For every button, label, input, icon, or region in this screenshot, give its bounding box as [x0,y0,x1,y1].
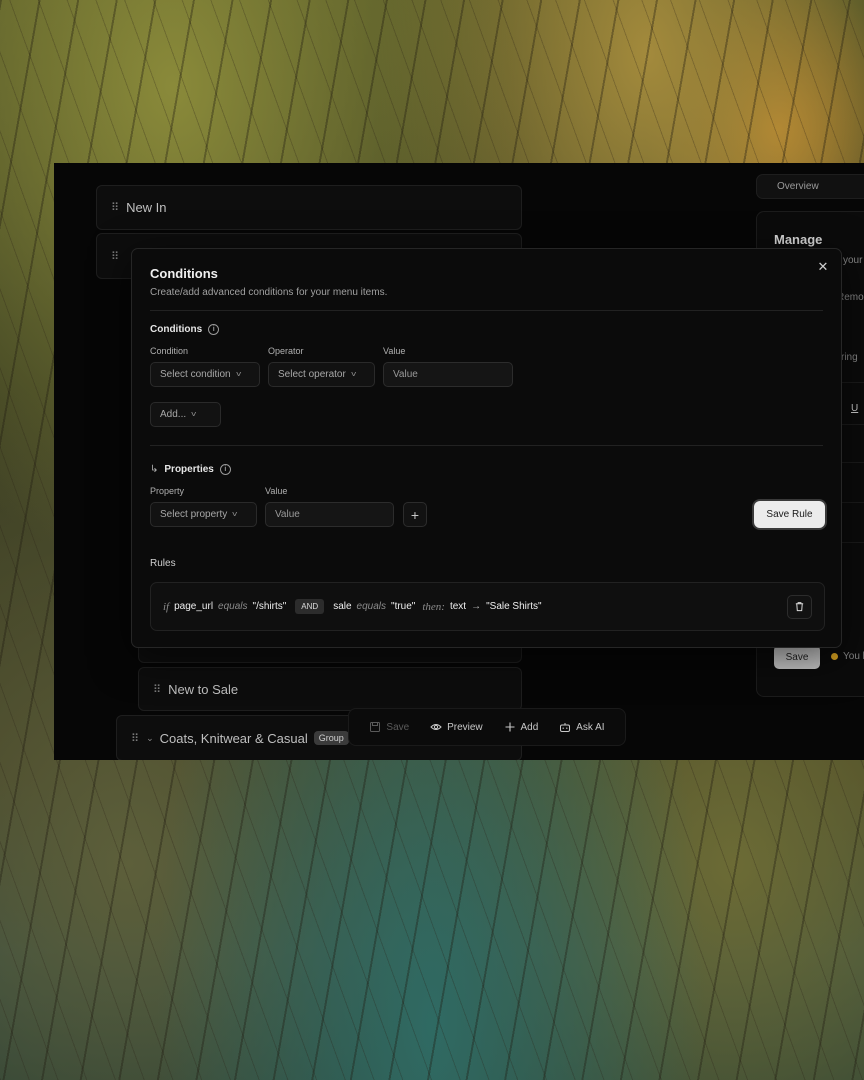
chevron-down-icon: v [351,371,357,378]
add-condition-select[interactable]: Add... v [150,402,221,427]
underline-icon[interactable]: U [851,403,858,414]
trash-icon [795,602,804,612]
properties-heading: ↳ Properties i [150,464,231,475]
tab-overview[interactable]: Overview [757,181,839,192]
bot-icon [560,723,571,732]
manage-description: your [843,255,863,266]
plus-icon [505,722,515,732]
arrow-right-icon: → [471,601,482,612]
status-text: You l [843,651,864,662]
rule-operator: equals [218,601,248,612]
setting-label: ring [841,352,858,363]
delete-rule-button[interactable] [787,594,812,619]
rule-target: text [449,601,467,612]
manage-save-button[interactable]: Save [774,645,820,669]
menu-item-new-in[interactable]: ⠿ New In [96,185,522,230]
group-badge: Group [313,731,349,745]
rule-result: "Sale Shirts" [486,601,542,612]
info-icon[interactable]: i [208,324,220,335]
drag-handle-icon[interactable]: ⠿ [153,683,161,696]
menu-item-label: New In [126,200,167,215]
operator-label: Operator [268,346,304,356]
chevron-down-icon: v [191,411,197,418]
value-label: Value [383,346,406,356]
status-dot-icon [831,653,838,660]
chevron-down-icon[interactable]: ⌄ [146,733,154,744]
view-tabs: Overview [756,174,864,199]
chevron-down-icon: v [235,371,241,378]
toolbar-preview-button[interactable]: Preview [430,721,483,733]
drag-handle-icon[interactable]: ⠿ [131,732,139,745]
and-badge: AND [295,599,325,614]
divider [150,310,823,311]
menu-item-label: Coats, Knitwear & Casual [159,730,308,746]
property-value-label: Value [265,486,288,496]
divider [150,445,823,446]
chevron-down-icon: v [232,511,238,518]
operator-select[interactable]: Select operator v [268,362,375,387]
condition-value-input[interactable] [383,362,513,387]
property-label: Property [150,486,185,496]
property-select[interactable]: Select property v [150,502,257,527]
rule-value: "true" [391,601,416,612]
toolbar-add-button[interactable]: Add [504,721,538,733]
condition-select[interactable]: Select condition v [150,362,260,387]
drag-handle-icon[interactable]: ⠿ [111,250,119,263]
rules-heading: Rules [150,558,176,569]
close-icon[interactable]: ✕ [815,259,831,275]
rule-operator: equals [356,601,387,612]
corner-arrow-icon: ↳ [150,464,159,475]
save-rule-button[interactable]: Save Rule [754,501,825,528]
plus-icon: + [410,506,420,523]
modal-subtitle: Create/add advanced conditions for your … [150,287,388,298]
conditions-heading: Conditions i [150,324,220,335]
divider [841,424,864,425]
bottom-toolbar: Save Preview Add Ask AI [348,708,626,746]
toolbar-save-button[interactable]: Save [369,721,409,733]
add-property-button[interactable]: + [403,502,427,527]
info-icon[interactable]: i [219,464,231,475]
save-icon [370,722,381,732]
rule-item: if page_url equals "/shirts" AND sale eq… [150,582,825,631]
property-value-input[interactable] [265,502,394,527]
modal-title: Conditions [150,266,218,281]
conditions-modal: Conditions Create/add advanced condition… [131,248,842,648]
menu-item-label: New to Sale [168,681,239,697]
condition-label: Condition [150,346,189,356]
menu-item-new-to-sale[interactable]: ⠿ New to Sale [138,667,522,711]
toolbar-ask-ai-button[interactable]: Ask AI [559,721,605,733]
rule-value: "/shirts" [252,601,287,612]
divider [841,462,864,463]
manage-title: Manage [774,232,823,247]
eye-icon [430,724,442,730]
rule-field: page_url [174,601,214,612]
divider [841,382,864,383]
rule-field: sale [333,601,352,612]
divider [841,542,864,543]
divider [841,502,864,503]
drag-handle-icon[interactable]: ⠿ [111,201,119,214]
